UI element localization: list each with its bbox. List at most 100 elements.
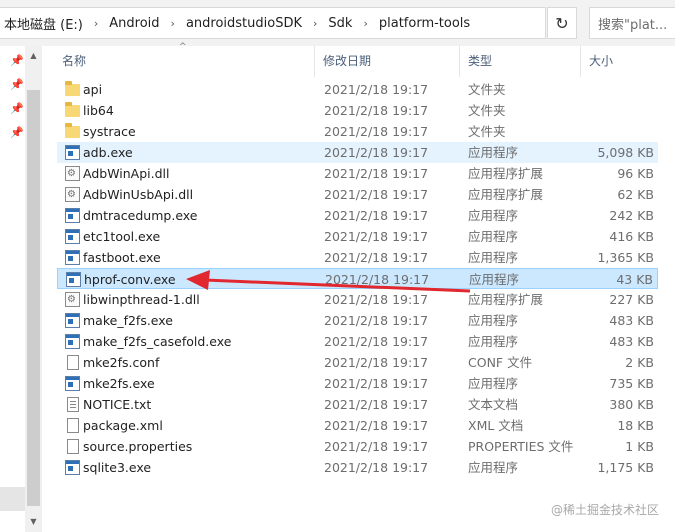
search-input[interactable]: 搜索"plat...	[589, 7, 675, 39]
file-name: systrace	[83, 124, 136, 139]
file-name: AdbWinApi.dll	[83, 166, 170, 181]
file-name: fastboot.exe	[83, 250, 161, 265]
file-row[interactable]: mke2fs.exe 2021/2/18 19:17 应用程序 735 KB	[57, 373, 658, 394]
file-size: 1,175 KB	[597, 460, 654, 475]
file-type: 应用程序扩展	[468, 292, 544, 307]
file-type: 应用程序	[468, 145, 519, 160]
file-date: 2021/2/18 19:17	[324, 124, 429, 139]
file-type: 文件夹	[468, 124, 506, 139]
file-size: 5,098 KB	[597, 145, 654, 160]
exe-icon	[65, 313, 80, 328]
file-type: PROPERTIES 文件	[468, 439, 574, 454]
file-row[interactable]: adb.exe 2021/2/18 19:17 应用程序 5,098 KB	[57, 142, 658, 163]
file-row[interactable]: mke2fs.conf 2021/2/18 19:17 CONF 文件 2 KB	[57, 352, 658, 373]
file-row[interactable]: make_f2fs.exe 2021/2/18 19:17 应用程序 483 KB	[57, 310, 658, 331]
exe-icon	[65, 208, 80, 223]
column-type[interactable]: 类型	[461, 46, 581, 77]
file-type: 文本文档	[468, 397, 519, 412]
file-name: api	[83, 82, 103, 97]
pin-icon[interactable]: 📌	[10, 78, 24, 92]
file-size: 43 KB	[616, 272, 653, 287]
file-size: 62 KB	[617, 187, 654, 202]
file-date: 2021/2/18 19:17	[324, 187, 429, 202]
file-type: 应用程序	[468, 334, 519, 349]
pin-icon[interactable]: 📌	[10, 126, 24, 140]
exe-icon	[65, 376, 80, 391]
pin-icon[interactable]: 📌	[10, 102, 24, 116]
file-type: 应用程序	[469, 272, 520, 287]
address-bar[interactable]: 本地磁盘 (E:) › Android › androidstudioSDK ›…	[0, 7, 546, 39]
file-date: 2021/2/18 19:17	[324, 292, 429, 307]
file-row[interactable]: make_f2fs_casefold.exe 2021/2/18 19:17 应用程…	[57, 331, 658, 352]
file-size: 18 KB	[617, 418, 654, 433]
file-date: 2021/2/18 19:17	[324, 145, 429, 160]
file-date: 2021/2/18 19:17	[324, 376, 429, 391]
file-size: 735 KB	[609, 376, 654, 391]
file-type: 应用程序	[468, 208, 519, 223]
file-row[interactable]: AdbWinApi.dll 2021/2/18 19:17 应用程序扩展 96 KB	[57, 163, 658, 184]
file-size: 242 KB	[609, 208, 654, 223]
file-name: dmtracedump.exe	[83, 208, 198, 223]
file-date: 2021/2/18 19:17	[324, 460, 429, 475]
file-row[interactable]: sqlite3.exe 2021/2/18 19:17 应用程序 1,175 KB	[57, 457, 658, 478]
file-row[interactable]: etc1tool.exe 2021/2/18 19:17 应用程序 416 KB	[57, 226, 658, 247]
breadcrumb-separator-icon[interactable]: ›	[304, 17, 326, 30]
file-type: 应用程序	[468, 460, 519, 475]
file-date: 2021/2/18 19:17	[324, 250, 429, 265]
file-row[interactable]: hprof-conv.exe 2021/2/18 19:17 应用程序 43 KB	[57, 268, 658, 289]
file-row[interactable]: libwinpthread-1.dll 2021/2/18 19:17 应用程序扩展…	[57, 289, 658, 310]
breadcrumb-platform-tools[interactable]: platform-tools	[377, 16, 472, 31]
file-size: 227 KB	[609, 292, 654, 307]
column-size[interactable]: 大小	[582, 46, 652, 77]
file-type: 应用程序	[468, 376, 519, 391]
breadcrumb-separator-icon[interactable]: ›	[162, 17, 184, 30]
dll-icon	[65, 166, 80, 181]
file-row[interactable]: NOTICE.txt 2021/2/18 19:17 文本文档 380 KB	[57, 394, 658, 415]
file-size: 1,365 KB	[597, 250, 654, 265]
breadcrumb-android[interactable]: Android	[107, 16, 161, 31]
column-date[interactable]: 修改日期	[316, 46, 460, 77]
file-date: 2021/2/18 19:17	[324, 355, 429, 370]
file-size: 1 KB	[625, 439, 654, 454]
breadcrumb-separator-icon[interactable]: ›	[85, 17, 107, 30]
exe-icon	[65, 334, 80, 349]
navigation-scrollbar-thumb[interactable]	[27, 90, 40, 506]
breadcrumb-sdk[interactable]: Sdk	[326, 16, 354, 31]
file-name: make_f2fs.exe	[83, 313, 173, 328]
file-date: 2021/2/18 19:17	[324, 334, 429, 349]
file-date: 2021/2/18 19:17	[324, 229, 429, 244]
scroll-down-icon[interactable]: ▼	[27, 517, 40, 527]
file-name: etc1tool.exe	[83, 229, 161, 244]
scroll-up-icon[interactable]: ▲	[27, 51, 40, 61]
file-type: XML 文档	[468, 418, 524, 433]
file-type: 文件夹	[468, 103, 506, 118]
file-row[interactable]: AdbWinUsbApi.dll 2021/2/18 19:17 应用程序扩展 62 …	[57, 184, 658, 205]
file-icon	[67, 418, 79, 433]
file-name: adb.exe	[83, 145, 133, 160]
file-name: libwinpthread-1.dll	[83, 292, 200, 307]
search-placeholder: 搜索"plat...	[598, 17, 668, 33]
file-row[interactable]: systrace 2021/2/18 19:17 文件夹	[57, 121, 658, 142]
file-name: mke2fs.exe	[83, 376, 155, 391]
file-date: 2021/2/18 19:17	[324, 82, 429, 97]
file-size: 483 KB	[609, 313, 654, 328]
pin-icon[interactable]: 📌	[10, 54, 24, 68]
file-row[interactable]: package.xml 2021/2/18 19:17 XML 文档 18 KB	[57, 415, 658, 436]
file-date: 2021/2/18 19:17	[324, 166, 429, 181]
file-type: 应用程序扩展	[468, 187, 544, 202]
breadcrumb-separator-icon[interactable]: ›	[354, 17, 376, 30]
file-row[interactable]: lib64 2021/2/18 19:17 文件夹	[57, 100, 658, 121]
refresh-button[interactable]: ↻	[547, 7, 577, 39]
file-name: sqlite3.exe	[83, 460, 152, 475]
file-row[interactable]: dmtracedump.exe 2021/2/18 19:17 应用程序 242 KB	[57, 205, 658, 226]
breadcrumb-androidstudiosdk[interactable]: androidstudioSDK	[184, 16, 304, 31]
file-size: 96 KB	[617, 166, 654, 181]
column-name[interactable]: 名称	[55, 46, 315, 77]
breadcrumb-drive[interactable]: 本地磁盘 (E:)	[0, 14, 85, 33]
file-date: 2021/2/18 19:17	[324, 208, 429, 223]
file-row[interactable]: fastboot.exe 2021/2/18 19:17 应用程序 1,365 KB	[57, 247, 658, 268]
file-row[interactable]: source.properties 2021/2/18 19:17 PROPERTI…	[57, 436, 658, 457]
navigation-selected-item[interactable]	[0, 487, 25, 511]
file-size: 2 KB	[625, 355, 654, 370]
file-row[interactable]: api 2021/2/18 19:17 文件夹	[57, 79, 658, 100]
